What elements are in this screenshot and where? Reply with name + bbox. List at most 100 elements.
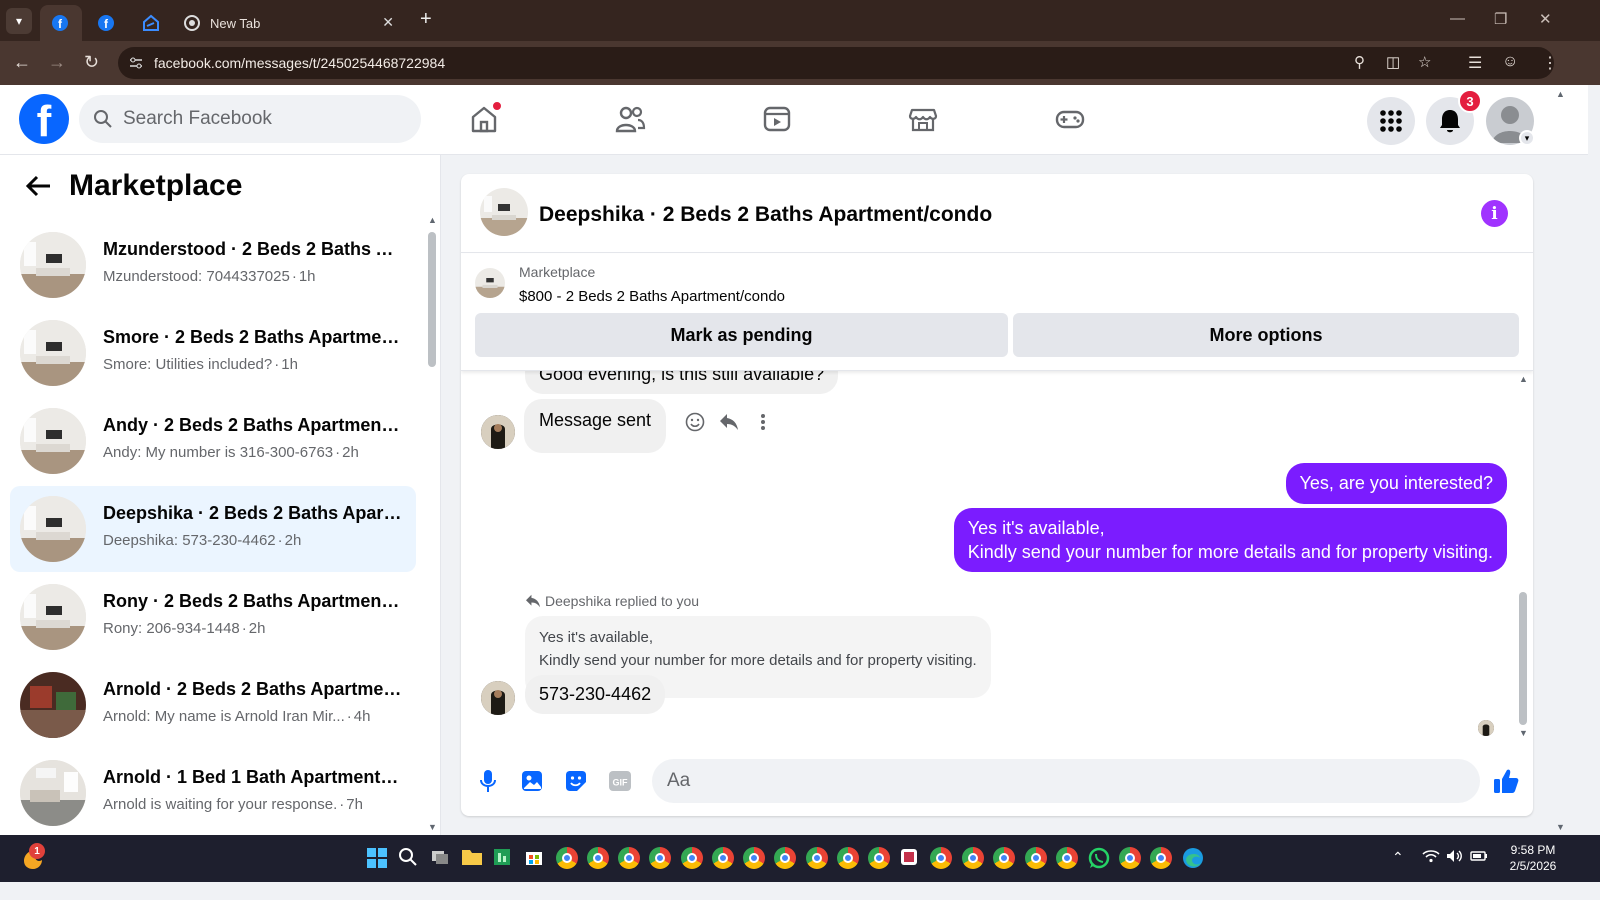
chat-listing-thumbnail[interactable]: [480, 188, 528, 236]
nav-marketplace[interactable]: [903, 99, 943, 139]
edge-icon[interactable]: [1182, 847, 1206, 871]
minimize-button[interactable]: —: [1450, 10, 1465, 27]
restore-button[interactable]: ❐: [1494, 10, 1507, 28]
facebook-logo[interactable]: f: [19, 94, 69, 144]
chat-scroll-down-arrow[interactable]: ▼: [1519, 728, 1528, 738]
sender-avatar[interactable]: [481, 415, 515, 449]
scroll-down-arrow[interactable]: ▼: [428, 822, 437, 832]
volume-icon[interactable]: [1446, 849, 1464, 866]
chrome-taskbar-icon[interactable]: [649, 847, 673, 871]
new-tab-button[interactable]: +: [420, 8, 432, 31]
taskbar-app-icon[interactable]: [899, 847, 923, 871]
chrome-taskbar-icon[interactable]: [837, 847, 861, 871]
task-view-icon[interactable]: [430, 847, 454, 871]
browser-tab-zillow[interactable]: [130, 5, 170, 41]
chat-scroll-up-arrow[interactable]: ▲: [1519, 374, 1528, 384]
page-scroll-down-arrow[interactable]: ▼: [1556, 822, 1565, 832]
back-button[interactable]: ←: [13, 52, 31, 73]
whatsapp-icon[interactable]: [1088, 847, 1112, 871]
listing-title[interactable]: $800 - 2 Beds 2 Baths Apartment/condo: [519, 288, 785, 305]
chat-scrollbar[interactable]: [1519, 592, 1527, 725]
message-bubble-incoming[interactable]: Message sent: [524, 399, 667, 453]
media-controls-icon[interactable]: ☰: [1468, 53, 1482, 73]
search-box[interactable]: [79, 95, 421, 143]
account-chevron-icon[interactable]: ▾: [1519, 130, 1535, 146]
start-button[interactable]: [366, 847, 390, 871]
chrome-taskbar-icon[interactable]: [556, 847, 580, 871]
conversation-item[interactable]: Andy · 2 Beds 2 Baths Apartment/condo And…: [10, 398, 416, 484]
reply-icon[interactable]: [716, 409, 742, 435]
message-input[interactable]: [667, 770, 1427, 792]
nav-video[interactable]: [757, 99, 797, 139]
bookmark-star-icon[interactable]: ☆: [1418, 53, 1431, 71]
conversation-item[interactable]: Rony · 2 Beds 2 Baths Apartment/condo Ron…: [10, 574, 416, 660]
chrome-taskbar-icon[interactable]: [1119, 847, 1143, 871]
chrome-taskbar-icon[interactable]: [806, 847, 830, 871]
gif-icon[interactable]: GIF: [605, 766, 635, 796]
conversation-item[interactable]: Arnold · 1 Bed 1 Bath Apartment/condo Arn…: [10, 750, 416, 835]
menu-button[interactable]: [1367, 97, 1415, 145]
close-window-button[interactable]: ✕: [1539, 10, 1552, 28]
sidebar-scrollbar[interactable]: [428, 232, 436, 367]
message-input-box[interactable]: [652, 759, 1480, 803]
tab-search-button[interactable]: ▾: [6, 8, 32, 34]
browser-tab-facebook-active[interactable]: f: [40, 5, 82, 41]
chrome-taskbar-icon[interactable]: [962, 847, 986, 871]
chrome-taskbar-icon[interactable]: [681, 847, 705, 871]
scroll-up-arrow[interactable]: ▲: [428, 215, 437, 225]
sticker-icon[interactable]: [561, 766, 591, 796]
nav-home[interactable]: [464, 99, 504, 139]
conversation-item[interactable]: Deepshika · 2 Beds 2 Baths Apartment/con…: [10, 486, 416, 572]
browser-tab-facebook[interactable]: f: [86, 5, 126, 41]
file-explorer-icon[interactable]: [461, 847, 485, 871]
message-bubble-outgoing[interactable]: Yes, are you interested?: [1285, 463, 1507, 504]
browser-tab-new-tab[interactable]: New Tab ✕: [172, 5, 402, 41]
search-input[interactable]: [123, 108, 403, 130]
microphone-icon[interactable]: [473, 766, 503, 796]
chrome-taskbar-icon[interactable]: [1025, 847, 1049, 871]
more-options-button[interactable]: More options: [1013, 313, 1519, 357]
conversation-item[interactable]: Mzunderstood · 2 Beds 2 Baths Apartment/…: [10, 222, 416, 308]
info-icon[interactable]: i: [1481, 200, 1508, 227]
store-app-icon[interactable]: [524, 847, 548, 871]
page-scroll-up-arrow[interactable]: ▲: [1556, 89, 1565, 99]
reload-button[interactable]: ↻: [84, 52, 99, 73]
profile-icon[interactable]: ☺: [1502, 53, 1518, 71]
sender-avatar[interactable]: [481, 681, 515, 715]
listing-thumbnail[interactable]: [475, 268, 505, 298]
browser-menu-icon[interactable]: ⋮: [1542, 53, 1558, 73]
close-tab-icon[interactable]: ✕: [382, 14, 394, 31]
mark-as-pending-button[interactable]: Mark as pending: [475, 313, 1008, 357]
more-actions-icon[interactable]: [750, 409, 776, 435]
chrome-taskbar-icon[interactable]: [1056, 847, 1080, 871]
chrome-taskbar-icon[interactable]: [618, 847, 642, 871]
chrome-taskbar-icon[interactable]: [774, 847, 798, 871]
clock[interactable]: 9:58 PM 2/5/2026: [1504, 842, 1562, 874]
zoom-icon[interactable]: ⚲: [1354, 53, 1365, 71]
chrome-taskbar-icon[interactable]: [743, 847, 767, 871]
chrome-taskbar-icon[interactable]: [868, 847, 892, 871]
install-app-icon[interactable]: ◫: [1386, 53, 1400, 71]
nav-gaming[interactable]: [1050, 99, 1090, 139]
conversation-item[interactable]: Arnold · 2 Beds 2 Baths Apartment/condo A…: [10, 662, 416, 748]
site-info-icon[interactable]: [128, 55, 144, 71]
taskbar-search-icon[interactable]: [398, 847, 422, 871]
nav-friends[interactable]: [610, 99, 650, 139]
forward-button[interactable]: →: [48, 52, 66, 73]
chrome-taskbar-icon[interactable]: [993, 847, 1017, 871]
chrome-taskbar-icon[interactable]: [1150, 847, 1174, 871]
chrome-taskbar-icon[interactable]: [712, 847, 736, 871]
address-bar[interactable]: facebook.com/messages/t/2450254468722984…: [118, 47, 1554, 79]
battery-icon[interactable]: [1470, 849, 1488, 865]
message-bubble-incoming[interactable]: Good evening, is this still available?: [525, 371, 839, 394]
like-thumbs-up-icon[interactable]: [1491, 766, 1521, 796]
conversation-item[interactable]: Smore · 2 Beds 2 Baths Apartment/condo Sm…: [10, 310, 416, 396]
message-bubble-outgoing[interactable]: Yes it's available, Kindly send your num…: [953, 508, 1507, 572]
photo-icon[interactable]: [517, 766, 547, 796]
message-bubble-incoming[interactable]: 573-230-4462: [525, 675, 666, 714]
back-arrow-icon[interactable]: [22, 170, 54, 202]
wifi-icon[interactable]: [1422, 849, 1440, 866]
chrome-taskbar-icon[interactable]: [930, 847, 954, 871]
show-hidden-icons[interactable]: ⌃: [1392, 849, 1404, 866]
sheets-app-icon[interactable]: [492, 847, 516, 871]
